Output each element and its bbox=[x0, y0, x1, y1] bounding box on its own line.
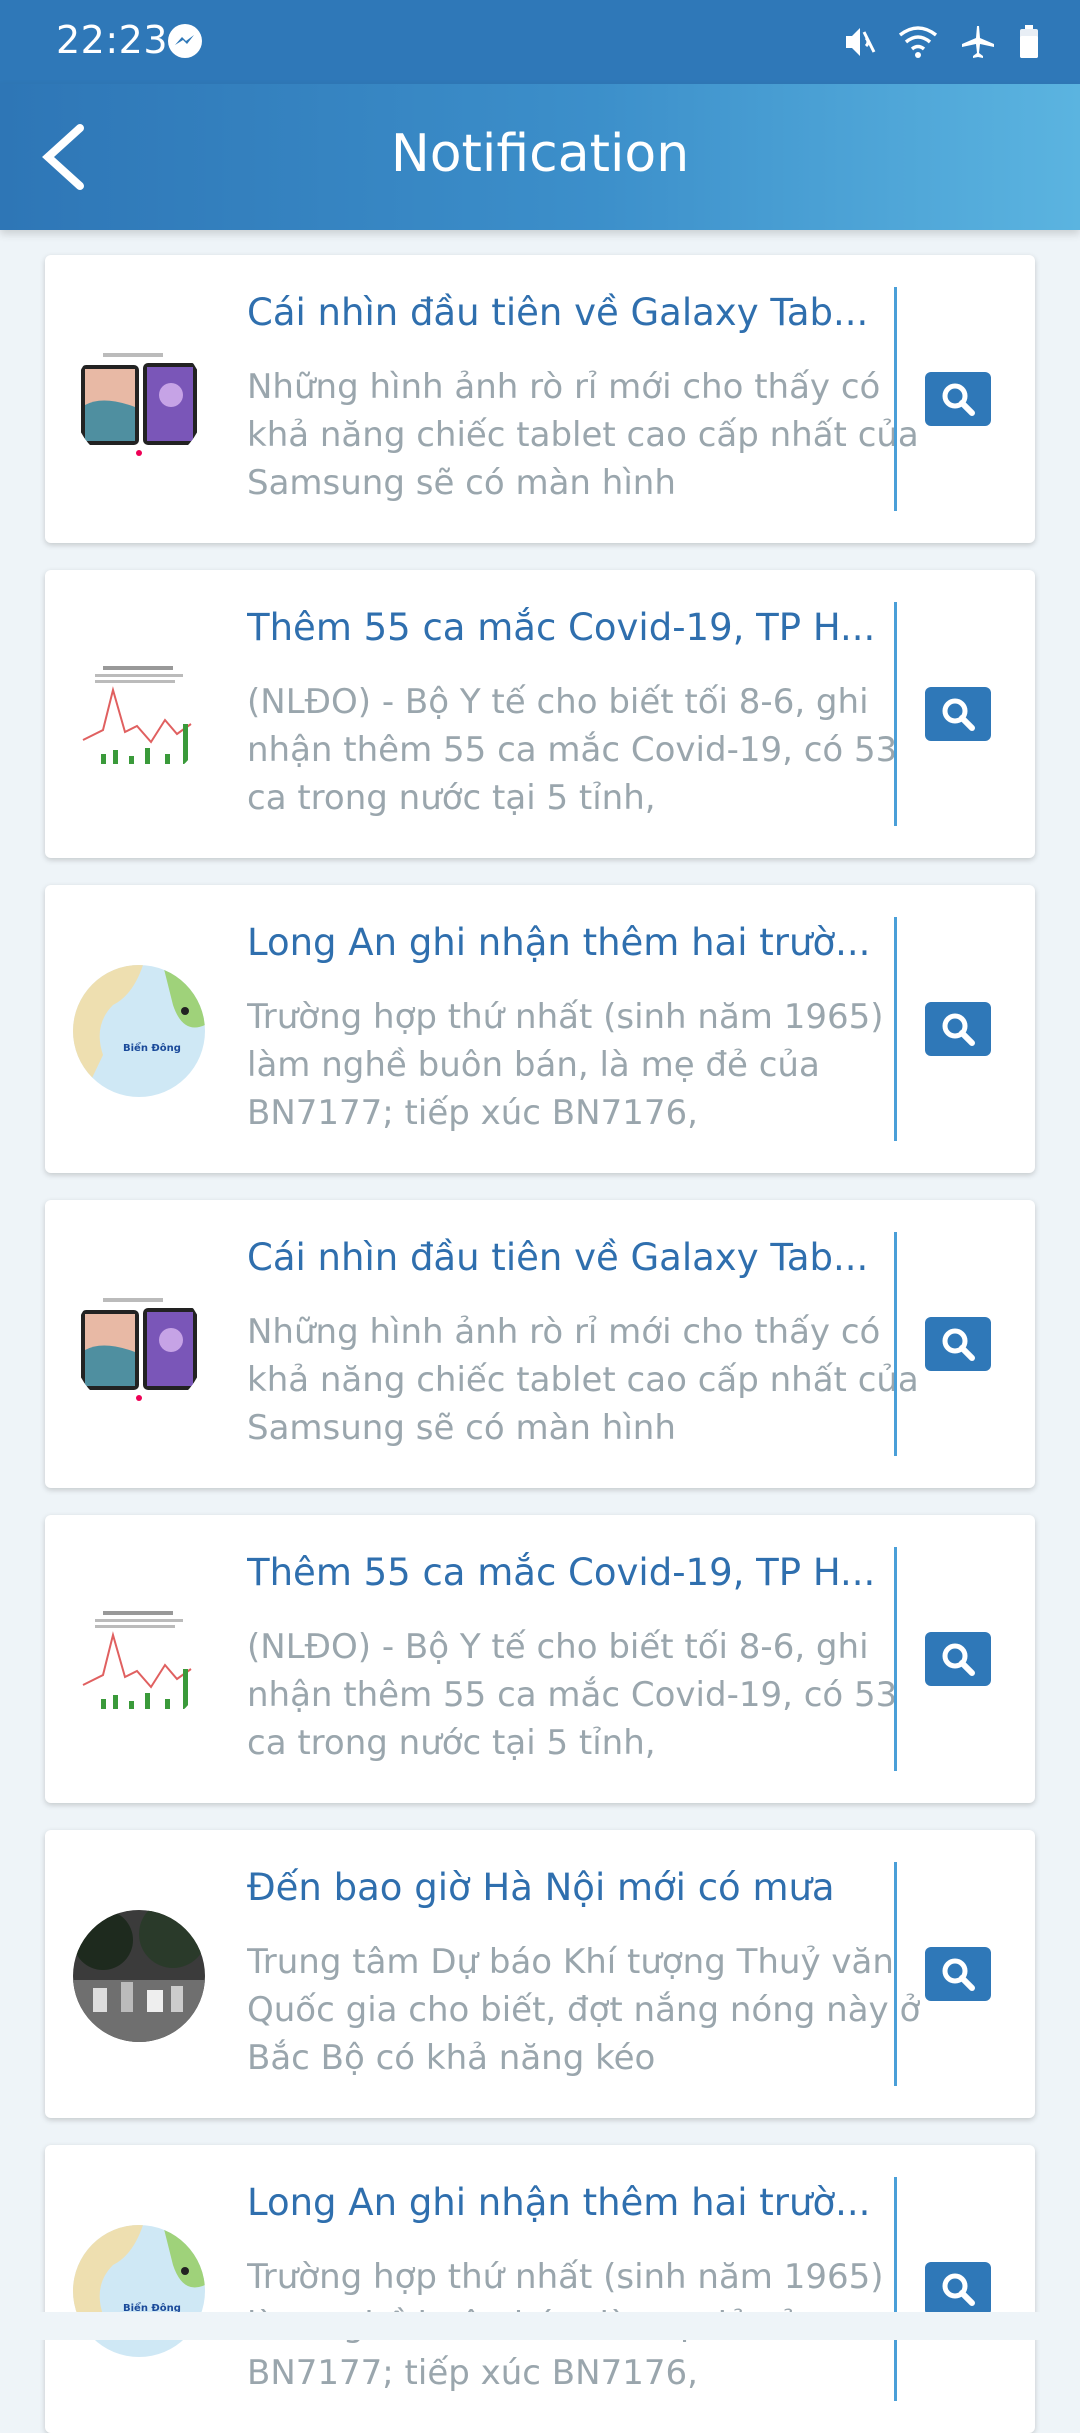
notification-description: Những hình ảnh rò rỉ mới cho thấy có khả… bbox=[247, 367, 919, 503]
search-icon bbox=[942, 698, 975, 731]
notification-description: Trường hợp thứ nhất (sinh năm 1965) làm … bbox=[247, 997, 884, 1133]
notification-card[interactable]: Đến bao giờ Hà Nội mới có mưa Trung tâm … bbox=[45, 1830, 1035, 2118]
search-icon bbox=[942, 1328, 975, 1361]
search-icon bbox=[942, 1013, 975, 1046]
notification-title: Long An ghi nhận thêm hai trườ... bbox=[247, 921, 871, 964]
divider bbox=[894, 2177, 897, 2401]
notification-card[interactable]: Biển Đông Long An ghi nhận thêm hai trườ… bbox=[45, 885, 1035, 1173]
search-button[interactable] bbox=[925, 1317, 991, 1371]
thumbnail-covid-chart-image bbox=[73, 650, 205, 782]
notification-description: Trung tâm Dự báo Khí tượng Thuỷ văn Quốc… bbox=[247, 1942, 921, 2078]
notification-title: Long An ghi nhận thêm hai trườ... bbox=[247, 2181, 871, 2224]
thumbnail-tablet-image bbox=[73, 1280, 205, 1412]
search-button[interactable] bbox=[925, 1632, 991, 1686]
divider bbox=[894, 602, 897, 826]
bottom-edge bbox=[0, 2312, 1080, 2340]
search-icon bbox=[942, 1643, 975, 1676]
notification-title: Thêm 55 ca mắc Covid-19, TP H... bbox=[247, 606, 876, 649]
search-icon bbox=[942, 1958, 975, 1991]
thumbnail-map-image: Biển Đông bbox=[73, 965, 205, 1097]
battery-icon bbox=[1020, 25, 1038, 58]
divider bbox=[894, 1232, 897, 1456]
notification-card[interactable]: Thêm 55 ca mắc Covid-19, TP H... (NLĐO) … bbox=[45, 570, 1035, 858]
notification-title: Đến bao giờ Hà Nội mới có mưa bbox=[247, 1866, 835, 1909]
notification-title: Cái nhìn đầu tiên về Galaxy Tab... bbox=[247, 291, 869, 334]
notification-card[interactable]: Thêm 55 ca mắc Covid-19, TP H... (NLĐO) … bbox=[45, 1515, 1035, 1803]
thumbnail-tablet-image bbox=[73, 335, 205, 467]
notification-description: (NLĐO) - Bộ Y tế cho biết tối 8-6, ghi n… bbox=[247, 1627, 898, 1763]
search-button[interactable] bbox=[925, 1002, 991, 1056]
notification-card[interactable]: Biển Đông Long An ghi nhận thêm hai trườ… bbox=[45, 2145, 1035, 2433]
search-icon bbox=[942, 2273, 975, 2306]
thumbnail-covid-chart-image bbox=[73, 1595, 205, 1727]
divider bbox=[894, 917, 897, 1141]
notification-description: (NLĐO) - Bộ Y tế cho biết tối 8-6, ghi n… bbox=[247, 682, 898, 818]
thumbnail-street-photo-image bbox=[73, 1910, 205, 2042]
map-label: Biển Đông bbox=[123, 1041, 181, 1054]
notification-title: Thêm 55 ca mắc Covid-19, TP H... bbox=[247, 1551, 876, 1594]
status-bar: 22:23 bbox=[0, 0, 1080, 84]
notification-title: Cái nhìn đầu tiên về Galaxy Tab... bbox=[247, 1236, 869, 1279]
search-button[interactable] bbox=[925, 687, 991, 741]
mute-icon bbox=[846, 28, 876, 56]
divider bbox=[894, 1862, 897, 2086]
app-bar: Notification bbox=[0, 84, 1080, 230]
divider bbox=[894, 1547, 897, 1771]
page-title: Notification bbox=[390, 124, 690, 184]
search-button[interactable] bbox=[925, 2262, 991, 2316]
airplane-icon bbox=[962, 26, 994, 58]
status-time: 22:23 bbox=[56, 18, 169, 62]
notification-card[interactable]: Cái nhìn đầu tiên về Galaxy Tab... Những… bbox=[45, 1200, 1035, 1488]
notification-description: Những hình ảnh rò rỉ mới cho thấy có khả… bbox=[247, 1312, 919, 1448]
search-button[interactable] bbox=[925, 372, 991, 426]
search-icon bbox=[942, 383, 975, 416]
messenger-icon bbox=[168, 24, 202, 58]
search-button[interactable] bbox=[925, 1947, 991, 2001]
divider bbox=[894, 287, 897, 511]
notification-card[interactable]: Cái nhìn đầu tiên về Galaxy Tab... Những… bbox=[45, 255, 1035, 543]
wifi-icon bbox=[898, 26, 938, 58]
